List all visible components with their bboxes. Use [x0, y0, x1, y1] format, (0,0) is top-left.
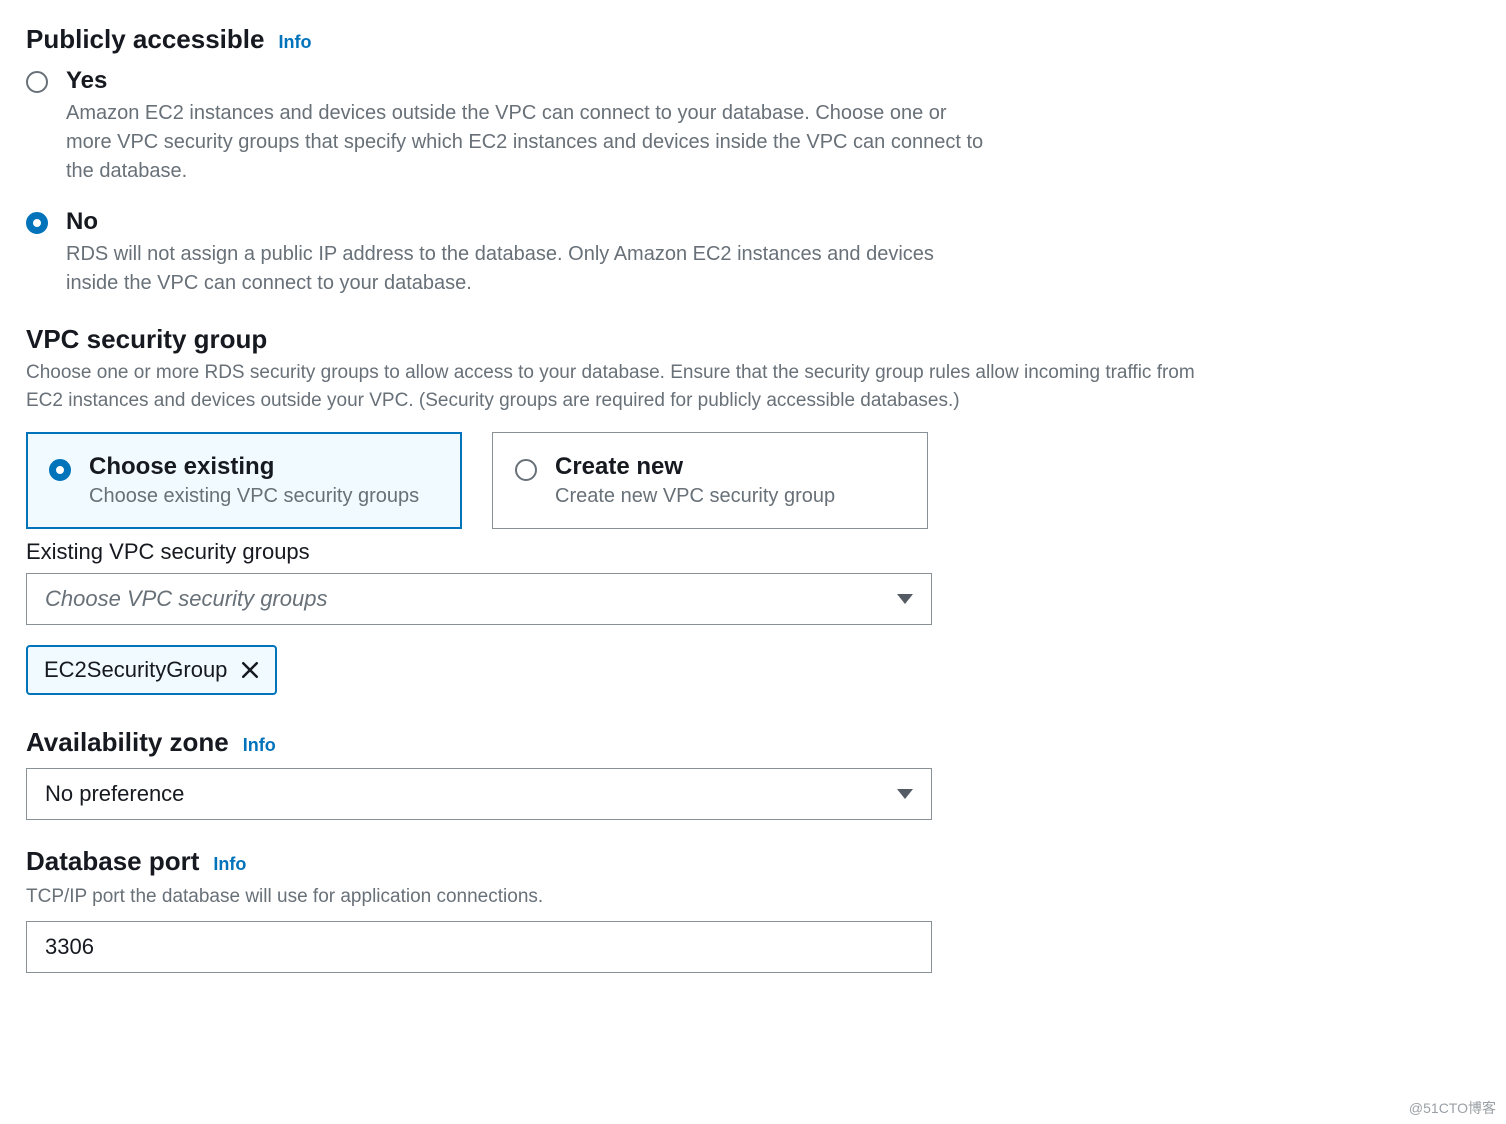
availability-zone-title: Availability zone — [26, 727, 229, 758]
database-port-input[interactable] — [45, 922, 913, 972]
tile-choose-existing-desc: Choose existing VPC security groups — [89, 485, 419, 508]
option-yes-label: Yes — [66, 67, 986, 95]
tile-choose-existing-title: Choose existing — [89, 453, 419, 481]
close-icon[interactable] — [241, 661, 259, 679]
radio-icon[interactable] — [26, 212, 48, 234]
publicly-accessible-title: Publicly accessible — [26, 24, 264, 55]
vpc-security-group-desc: Choose one or more RDS security groups t… — [26, 359, 1206, 414]
option-yes-desc: Amazon EC2 instances and devices outside… — [66, 99, 986, 186]
availability-zone-select[interactable]: No preference — [26, 768, 932, 820]
publicly-accessible-radio-group: Yes Amazon EC2 instances and devices out… — [26, 67, 986, 298]
chevron-down-icon — [897, 789, 913, 799]
database-port-title: Database port — [26, 846, 199, 877]
option-no-desc: RDS will not assign a public IP address … — [66, 240, 986, 298]
option-no-label: No — [66, 208, 986, 236]
tile-choose-existing[interactable]: Choose existing Choose existing VPC secu… — [26, 432, 462, 529]
availability-zone-value: No preference — [45, 781, 184, 807]
chevron-down-icon — [897, 594, 913, 604]
tile-create-new-desc: Create new VPC security group — [555, 485, 835, 508]
tile-create-new-title: Create new — [555, 453, 835, 481]
vpc-sg-token-row: EC2SecurityGroup — [26, 645, 1480, 695]
database-port-info-link[interactable]: Info — [213, 854, 246, 875]
radio-icon[interactable] — [26, 71, 48, 93]
availability-zone-info-link[interactable]: Info — [243, 735, 276, 756]
existing-vpc-sg-label: Existing VPC security groups — [26, 539, 1480, 565]
database-port-desc: TCP/IP port the database will use for ap… — [26, 883, 1480, 911]
publicly-accessible-option-no[interactable]: No RDS will not assign a public IP addre… — [26, 208, 986, 298]
database-port-input-wrapper[interactable] — [26, 921, 932, 973]
vpc-sg-token-label: EC2SecurityGroup — [44, 657, 227, 683]
publicly-accessible-info-link[interactable]: Info — [278, 32, 311, 53]
radio-icon[interactable] — [515, 459, 537, 481]
publicly-accessible-option-yes[interactable]: Yes Amazon EC2 instances and devices out… — [26, 67, 986, 186]
vpc-sg-token[interactable]: EC2SecurityGroup — [26, 645, 277, 695]
radio-icon[interactable] — [49, 459, 71, 481]
vpc-security-group-title: VPC security group — [26, 324, 1480, 355]
watermark: @51CTO博客 — [1409, 1098, 1496, 1118]
vpc-sg-select[interactable]: Choose VPC security groups — [26, 573, 932, 625]
vpc-sg-select-placeholder: Choose VPC security groups — [45, 586, 327, 612]
tile-create-new[interactable]: Create new Create new VPC security group — [492, 432, 928, 529]
vpc-sg-tile-row: Choose existing Choose existing VPC secu… — [26, 432, 1480, 529]
